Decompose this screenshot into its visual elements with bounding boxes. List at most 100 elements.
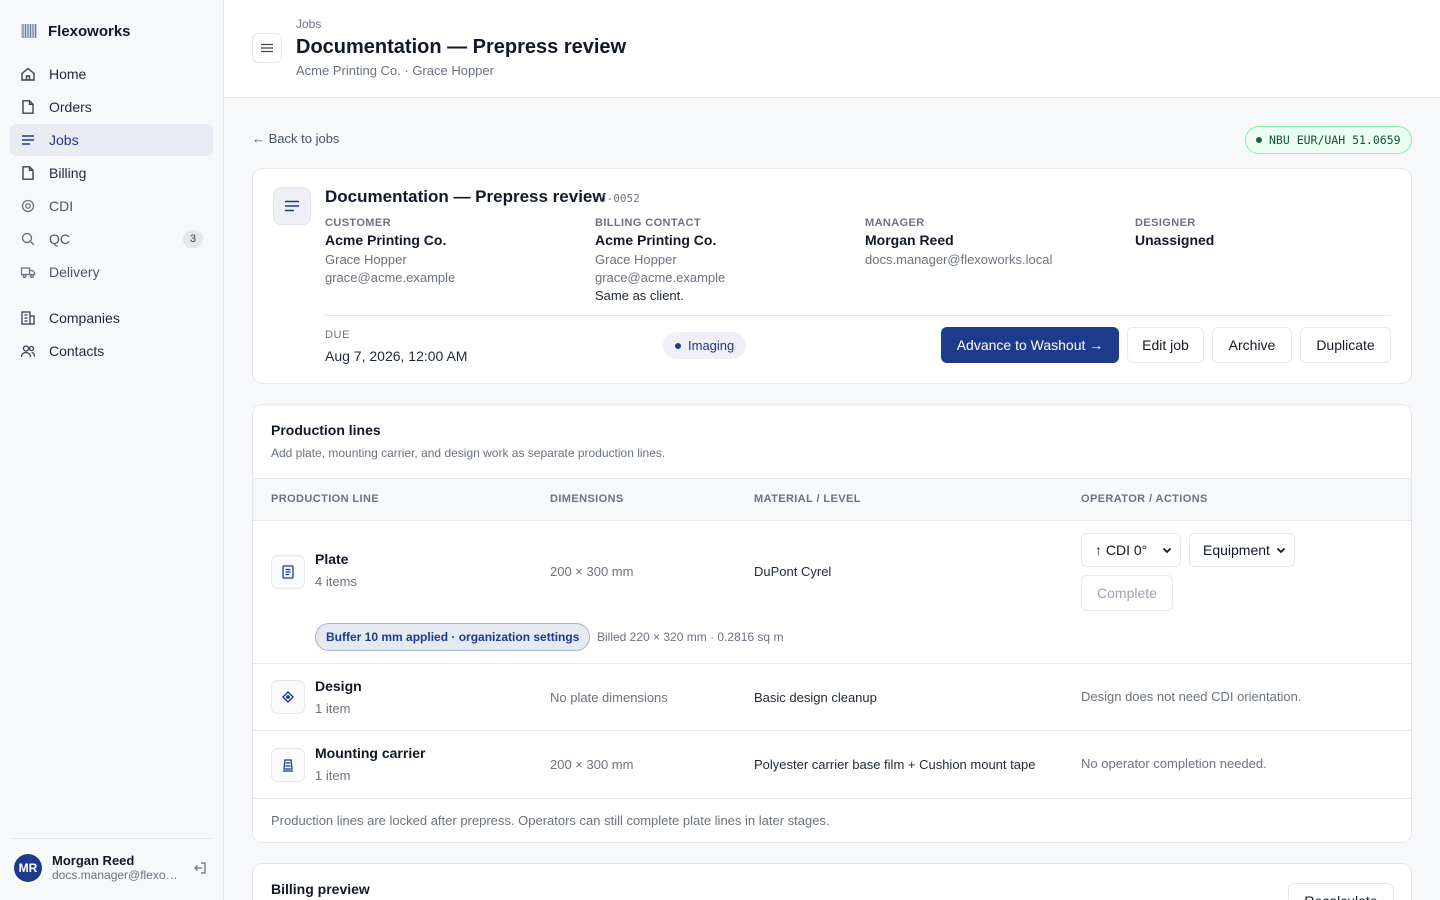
line-count: 1 item: [315, 768, 351, 783]
user-name: Morgan Reed: [52, 853, 135, 868]
line-dimensions: No plate dimensions: [550, 690, 668, 705]
avatar[interactable]: MR: [14, 853, 42, 882]
sidebar-item-label: Delivery: [49, 264, 100, 280]
job-icon: [273, 187, 311, 225]
recalculate-button[interactable]: Recalculate: [1288, 883, 1394, 900]
table-footnote: Production lines are locked after prepre…: [271, 813, 830, 828]
manager-label: MANAGER: [865, 217, 925, 229]
line-material: Polyester carrier base film + Cushion mo…: [754, 757, 1036, 772]
brand[interactable]: Flexoworks: [20, 22, 131, 40]
column-header: DIMENSIONS: [550, 493, 624, 505]
designer-name: Unassigned: [1135, 232, 1215, 248]
manager-email: docs.manager@flexoworks.local: [865, 252, 1053, 267]
line-count: 4 items: [315, 574, 357, 589]
cdi-orientation-value: ↑ CDI 0°: [1095, 542, 1148, 558]
sidebar-item-home[interactable]: Home: [10, 58, 213, 90]
sidebar-item-label: Billing: [49, 165, 87, 181]
home-icon: [20, 66, 39, 82]
billing-contact-label: BILLING CONTACT: [595, 217, 702, 229]
manager-name: Morgan Reed: [865, 232, 954, 248]
user-email: docs.manager@flexoworks.local: [52, 868, 180, 882]
customer-company[interactable]: Acme Printing Co.: [325, 232, 585, 248]
customer-block: CUSTOMER Acme Printing Co. Grace Hopper …: [325, 217, 585, 287]
archive-button[interactable]: Archive: [1212, 327, 1292, 363]
page-title: Documentation — Prepress review: [296, 36, 627, 58]
line-note: Design does not need CDI orientation.: [1081, 689, 1302, 704]
cdi-orientation-select[interactable]: ↑ CDI 0°: [1081, 533, 1181, 567]
users-icon: [20, 343, 39, 359]
billing-note: Same as client.: [595, 288, 684, 303]
line-name: Design: [315, 678, 362, 694]
stage-badge: Imaging: [663, 332, 747, 359]
billing-email: grace@acme.example: [595, 270, 726, 285]
sidebar-item-label: Contacts: [49, 343, 105, 359]
customer-contact: Grace Hopper: [325, 252, 407, 267]
line-material: Basic design cleanup: [754, 690, 877, 705]
job-title: Documentation — Prepress review: [325, 187, 606, 206]
job-code: J-0052: [600, 192, 640, 205]
table-row-design: Design 1 item No plate dimensions Basic …: [253, 664, 1411, 731]
table-row-plate: Plate 4 items 200 × 300 mm DuPont Cyrel …: [253, 521, 1411, 664]
chevron-down-icon: [1276, 547, 1286, 554]
section-title: Production lines: [271, 422, 381, 438]
customer-email: grace@acme.example: [325, 270, 456, 285]
line-dimensions: 200 × 300 mm: [550, 757, 634, 772]
sidebar-item-orders[interactable]: Orders: [10, 91, 213, 123]
buffer-badge: Buffer 10 mm applied · organization sett…: [315, 623, 591, 651]
edit-job-button[interactable]: Edit job: [1127, 327, 1204, 363]
sidebar-nav: Home Orders Jobs Billing CDI QC 3 Delive…: [10, 58, 213, 368]
complete-button[interactable]: Complete: [1081, 575, 1173, 611]
sidebar-item-label: QC: [49, 231, 70, 247]
equipment-select[interactable]: Equipment: [1189, 533, 1295, 567]
menu-button[interactable]: [252, 33, 282, 63]
billing-company[interactable]: Acme Printing Co.: [595, 232, 855, 248]
due-label: DUE: [325, 329, 351, 341]
billing-contact-block: BILLING CONTACT Acme Printing Co. Grace …: [595, 217, 855, 305]
line-name: Plate: [315, 551, 349, 567]
list-icon: [20, 132, 39, 148]
stage-label: Imaging: [688, 338, 735, 353]
plate-icon: [271, 555, 305, 589]
logout-icon[interactable]: [192, 860, 208, 876]
billing-contact-name: Grace Hopper: [595, 252, 677, 267]
stage-dot-icon: [675, 342, 681, 349]
sidebar-item-companies[interactable]: Companies: [10, 302, 213, 334]
sidebar-item-contacts[interactable]: Contacts: [10, 335, 213, 367]
customer-label: CUSTOMER: [325, 217, 391, 229]
sidebar-item-qc[interactable]: QC 3: [10, 223, 213, 255]
due-date: Aug 7, 2026, 12:00 AM: [325, 348, 468, 364]
exchange-rate-text: NBU EUR/UAH 51.0659: [1269, 133, 1401, 147]
breadcrumb[interactable]: Jobs: [296, 17, 321, 31]
section-subtitle: Add plate, mounting carrier, and design …: [271, 446, 666, 460]
divider: [325, 315, 1391, 316]
page-header: Jobs Documentation — Prepress review Acm…: [224, 0, 1440, 98]
billing-preview-card: Billing preview Recalculate: [252, 863, 1412, 900]
sidebar-item-jobs[interactable]: Jobs: [10, 124, 213, 156]
advance-stage-button[interactable]: Advance to Washout →: [941, 327, 1119, 363]
design-icon: [271, 680, 305, 714]
qc-count-badge: 3: [183, 230, 203, 248]
designer-label: DESIGNER: [1135, 217, 1196, 229]
sidebar-item-label: Home: [49, 66, 87, 82]
chevron-down-icon: [1162, 547, 1172, 554]
line-dimensions: 200 × 300 mm: [550, 564, 634, 579]
page-subtitle: Acme Printing Co. · Grace Hopper: [296, 63, 494, 78]
line-name: Mounting carrier: [315, 745, 426, 761]
sidebar-item-label: CDI: [49, 198, 74, 214]
line-material: DuPont Cyrel: [754, 564, 832, 579]
line-count: 1 item: [315, 701, 351, 716]
designer-block: DESIGNER Unassigned: [1135, 217, 1395, 251]
duplicate-button[interactable]: Duplicate: [1300, 327, 1391, 363]
column-header: OPERATOR / ACTIONS: [1081, 493, 1208, 505]
exchange-rate-badge: NBU EUR/UAH 51.0659: [1245, 126, 1412, 154]
manager-block: MANAGER Morgan Reed docs.manager@flexowo…: [865, 217, 1125, 269]
equipment-value: Equipment: [1203, 542, 1270, 558]
back-to-jobs-link[interactable]: ← Back to jobs: [252, 131, 339, 146]
sidebar-item-delivery[interactable]: Delivery: [10, 256, 213, 288]
sidebar-item-cdi[interactable]: CDI: [10, 190, 213, 222]
building-icon: [20, 310, 39, 326]
column-header: MATERIAL / LEVEL: [754, 493, 861, 505]
user-panel: MR Morgan Reed docs.manager@flexoworks.l…: [10, 838, 213, 882]
sidebar-item-billing[interactable]: Billing: [10, 157, 213, 189]
menu-icon: [261, 43, 273, 53]
